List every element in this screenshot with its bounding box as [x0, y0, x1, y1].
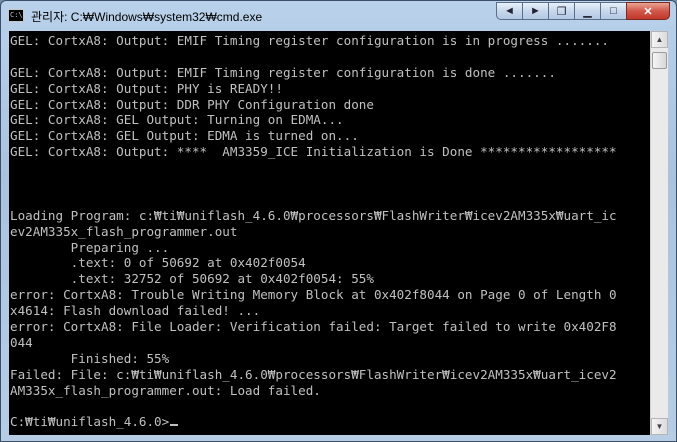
console-line: GEL: CortxA8: Output: EMIF Timing regist… — [10, 33, 609, 48]
app-icon-label: C:\ — [10, 11, 23, 19]
console-line: GEL: CortxA8: Output: **** AM3359_ICE In… — [10, 144, 617, 160]
close-icon[interactable]: ✕ — [626, 2, 670, 20]
console-line: Finished: 55% — [10, 350, 170, 366]
console-line: .text: 0 of 50692 at 0x402f0054 — [10, 255, 306, 271]
title-bar-buttons: ◄ ► ❐ ▁ □ ✕ — [496, 2, 670, 20]
text-cursor — [170, 424, 179, 427]
console-line: Loading Program: c:₩ti₩uniflash_4.6.0₩pr… — [10, 207, 617, 223]
console-line: GEL: CortxA8: Output: EMIF Timing regist… — [10, 64, 556, 80]
console-line: GEL: CortxA8: GEL Output: Turning on EDM… — [10, 112, 344, 128]
console-line: x4614: Flash download failed! ... — [10, 303, 261, 319]
console-line: Preparing ... — [10, 239, 170, 255]
minimize-icon[interactable]: ▁ — [574, 2, 601, 20]
console-line: .text: 32752 of 50692 at 0x402f0054: 55% — [10, 271, 374, 287]
window-title: 관리자: C:₩Windows₩system32₩cmd.exe — [31, 10, 263, 24]
scroll-down-icon[interactable]: ▼ — [651, 418, 668, 435]
maximize-icon[interactable]: □ — [600, 2, 627, 20]
prompt-text: C:₩ti₩uniflash_4.6.0> — [10, 414, 170, 430]
scroll-thumb[interactable] — [652, 52, 667, 69]
console-line: error: CortxA8: File Loader: Verificatio… — [10, 319, 617, 335]
cmd-app-icon[interactable]: C:\ — [8, 9, 24, 22]
restore-icon[interactable]: ❐ — [548, 2, 575, 20]
arrow-right-icon[interactable]: ► — [522, 2, 549, 20]
title-bar[interactable]: C:\ 관리자: C:₩Windows₩system32₩cmd.exe ◄ ►… — [1, 1, 676, 31]
console-line: 044 — [10, 334, 33, 350]
console-line: AM335x_flash_programmer.out: Load failed… — [10, 382, 321, 398]
console-line: GEL: CortxA8: GEL Output: EDMA is turned… — [10, 128, 359, 144]
command-prompt[interactable]: C:₩ti₩uniflash_4.6.0> — [10, 414, 650, 430]
console-line: GEL: CortxA8: Output: PHY is READY!! — [10, 80, 283, 96]
console-line: GEL: CortxA8: Output: DDR PHY Configurat… — [10, 96, 374, 112]
cmd-window: C:\ 관리자: C:₩Windows₩system32₩cmd.exe ◄ ►… — [0, 0, 677, 442]
console-line: Failed: File: c:₩ti₩uniflash_4.6.0₩proce… — [10, 366, 617, 382]
console-line: ev2AM335x_flash_programmer.out — [10, 223, 238, 239]
console-output[interactable]: GEL: CortxA8: Output: EMIF Timing regist… — [9, 31, 650, 435]
scroll-up-icon[interactable]: ▲ — [651, 31, 668, 48]
vertical-scrollbar[interactable]: ▲ ▼ — [650, 31, 668, 435]
console-lines: GEL: CortxA8: Output: EMIF Timing regist… — [9, 31, 650, 430]
console-line: error: CortxA8: Trouble Writing Memory B… — [10, 287, 617, 303]
arrow-left-icon[interactable]: ◄ — [496, 2, 523, 20]
